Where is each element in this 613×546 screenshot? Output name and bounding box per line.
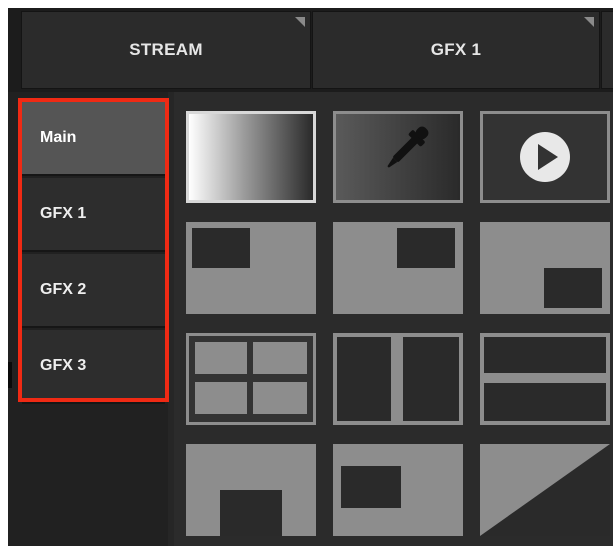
- color-picker-tile[interactable]: [333, 111, 463, 203]
- scene-item-gfx-2[interactable]: GFX 2: [22, 254, 165, 328]
- scene-item-gfx-1[interactable]: GFX 1: [22, 178, 165, 252]
- layout-two-columns-tile[interactable]: [333, 333, 463, 425]
- scene-item-label: Main: [40, 129, 77, 146]
- layout-block: [341, 466, 401, 508]
- layout-block: [220, 490, 282, 536]
- tab-stream-label: STREAM: [129, 40, 203, 59]
- layout-block: [544, 268, 602, 308]
- layout-block: [337, 337, 391, 421]
- layout-block: [484, 337, 606, 373]
- panel-edge-handle[interactable]: [8, 362, 12, 388]
- layout-block: [484, 383, 606, 421]
- tab-stream[interactable]: STREAM: [21, 11, 311, 89]
- layout-bottom-center-tile[interactable]: [186, 444, 316, 536]
- play-media-tile[interactable]: [480, 111, 610, 203]
- layout-block: [253, 342, 307, 374]
- layout-block: [195, 342, 247, 374]
- scene-list: Main GFX 1 GFX 2 GFX 3: [8, 92, 168, 546]
- scene-item-label: GFX 2: [40, 281, 87, 298]
- layout-bottom-right-tile[interactable]: [480, 222, 610, 314]
- layout-diagonal-tile[interactable]: [480, 444, 610, 536]
- gradient-transition-tile[interactable]: [186, 111, 316, 203]
- switcher-panel: STREAM GFX 1 Main GFX 1 GFX 2 GFX 3: [8, 8, 613, 546]
- layout-center-left-tile[interactable]: [333, 444, 463, 536]
- tab-gfx-1-label: GFX 1: [430, 40, 482, 59]
- layout-block: [192, 228, 250, 268]
- scene-item-label: GFX 1: [40, 205, 87, 222]
- scene-item-label: GFX 3: [40, 357, 87, 374]
- eyedropper-icon: [387, 126, 429, 168]
- tab-corner-indicator-icon: [295, 17, 305, 27]
- layout-tile-grid: [174, 92, 613, 546]
- tab-overflow[interactable]: [601, 11, 613, 89]
- tab-bar: STREAM GFX 1: [8, 8, 613, 92]
- layout-block: [195, 382, 247, 414]
- scene-item-gfx-3[interactable]: GFX 3: [22, 330, 165, 404]
- play-icon: [520, 132, 570, 182]
- layout-top-right-tile[interactable]: [333, 222, 463, 314]
- layout-quad-grid-tile[interactable]: [186, 333, 316, 425]
- layout-block: [397, 228, 455, 268]
- tab-corner-indicator-icon: [584, 17, 594, 27]
- layout-two-rows-tile[interactable]: [480, 333, 610, 425]
- tab-gfx-1[interactable]: GFX 1: [312, 11, 600, 89]
- layout-block: [253, 382, 307, 414]
- layout-block: [403, 337, 459, 421]
- diagonal-split-icon: [480, 444, 610, 536]
- layout-top-left-tile[interactable]: [186, 222, 316, 314]
- scene-item-main[interactable]: Main: [22, 102, 165, 176]
